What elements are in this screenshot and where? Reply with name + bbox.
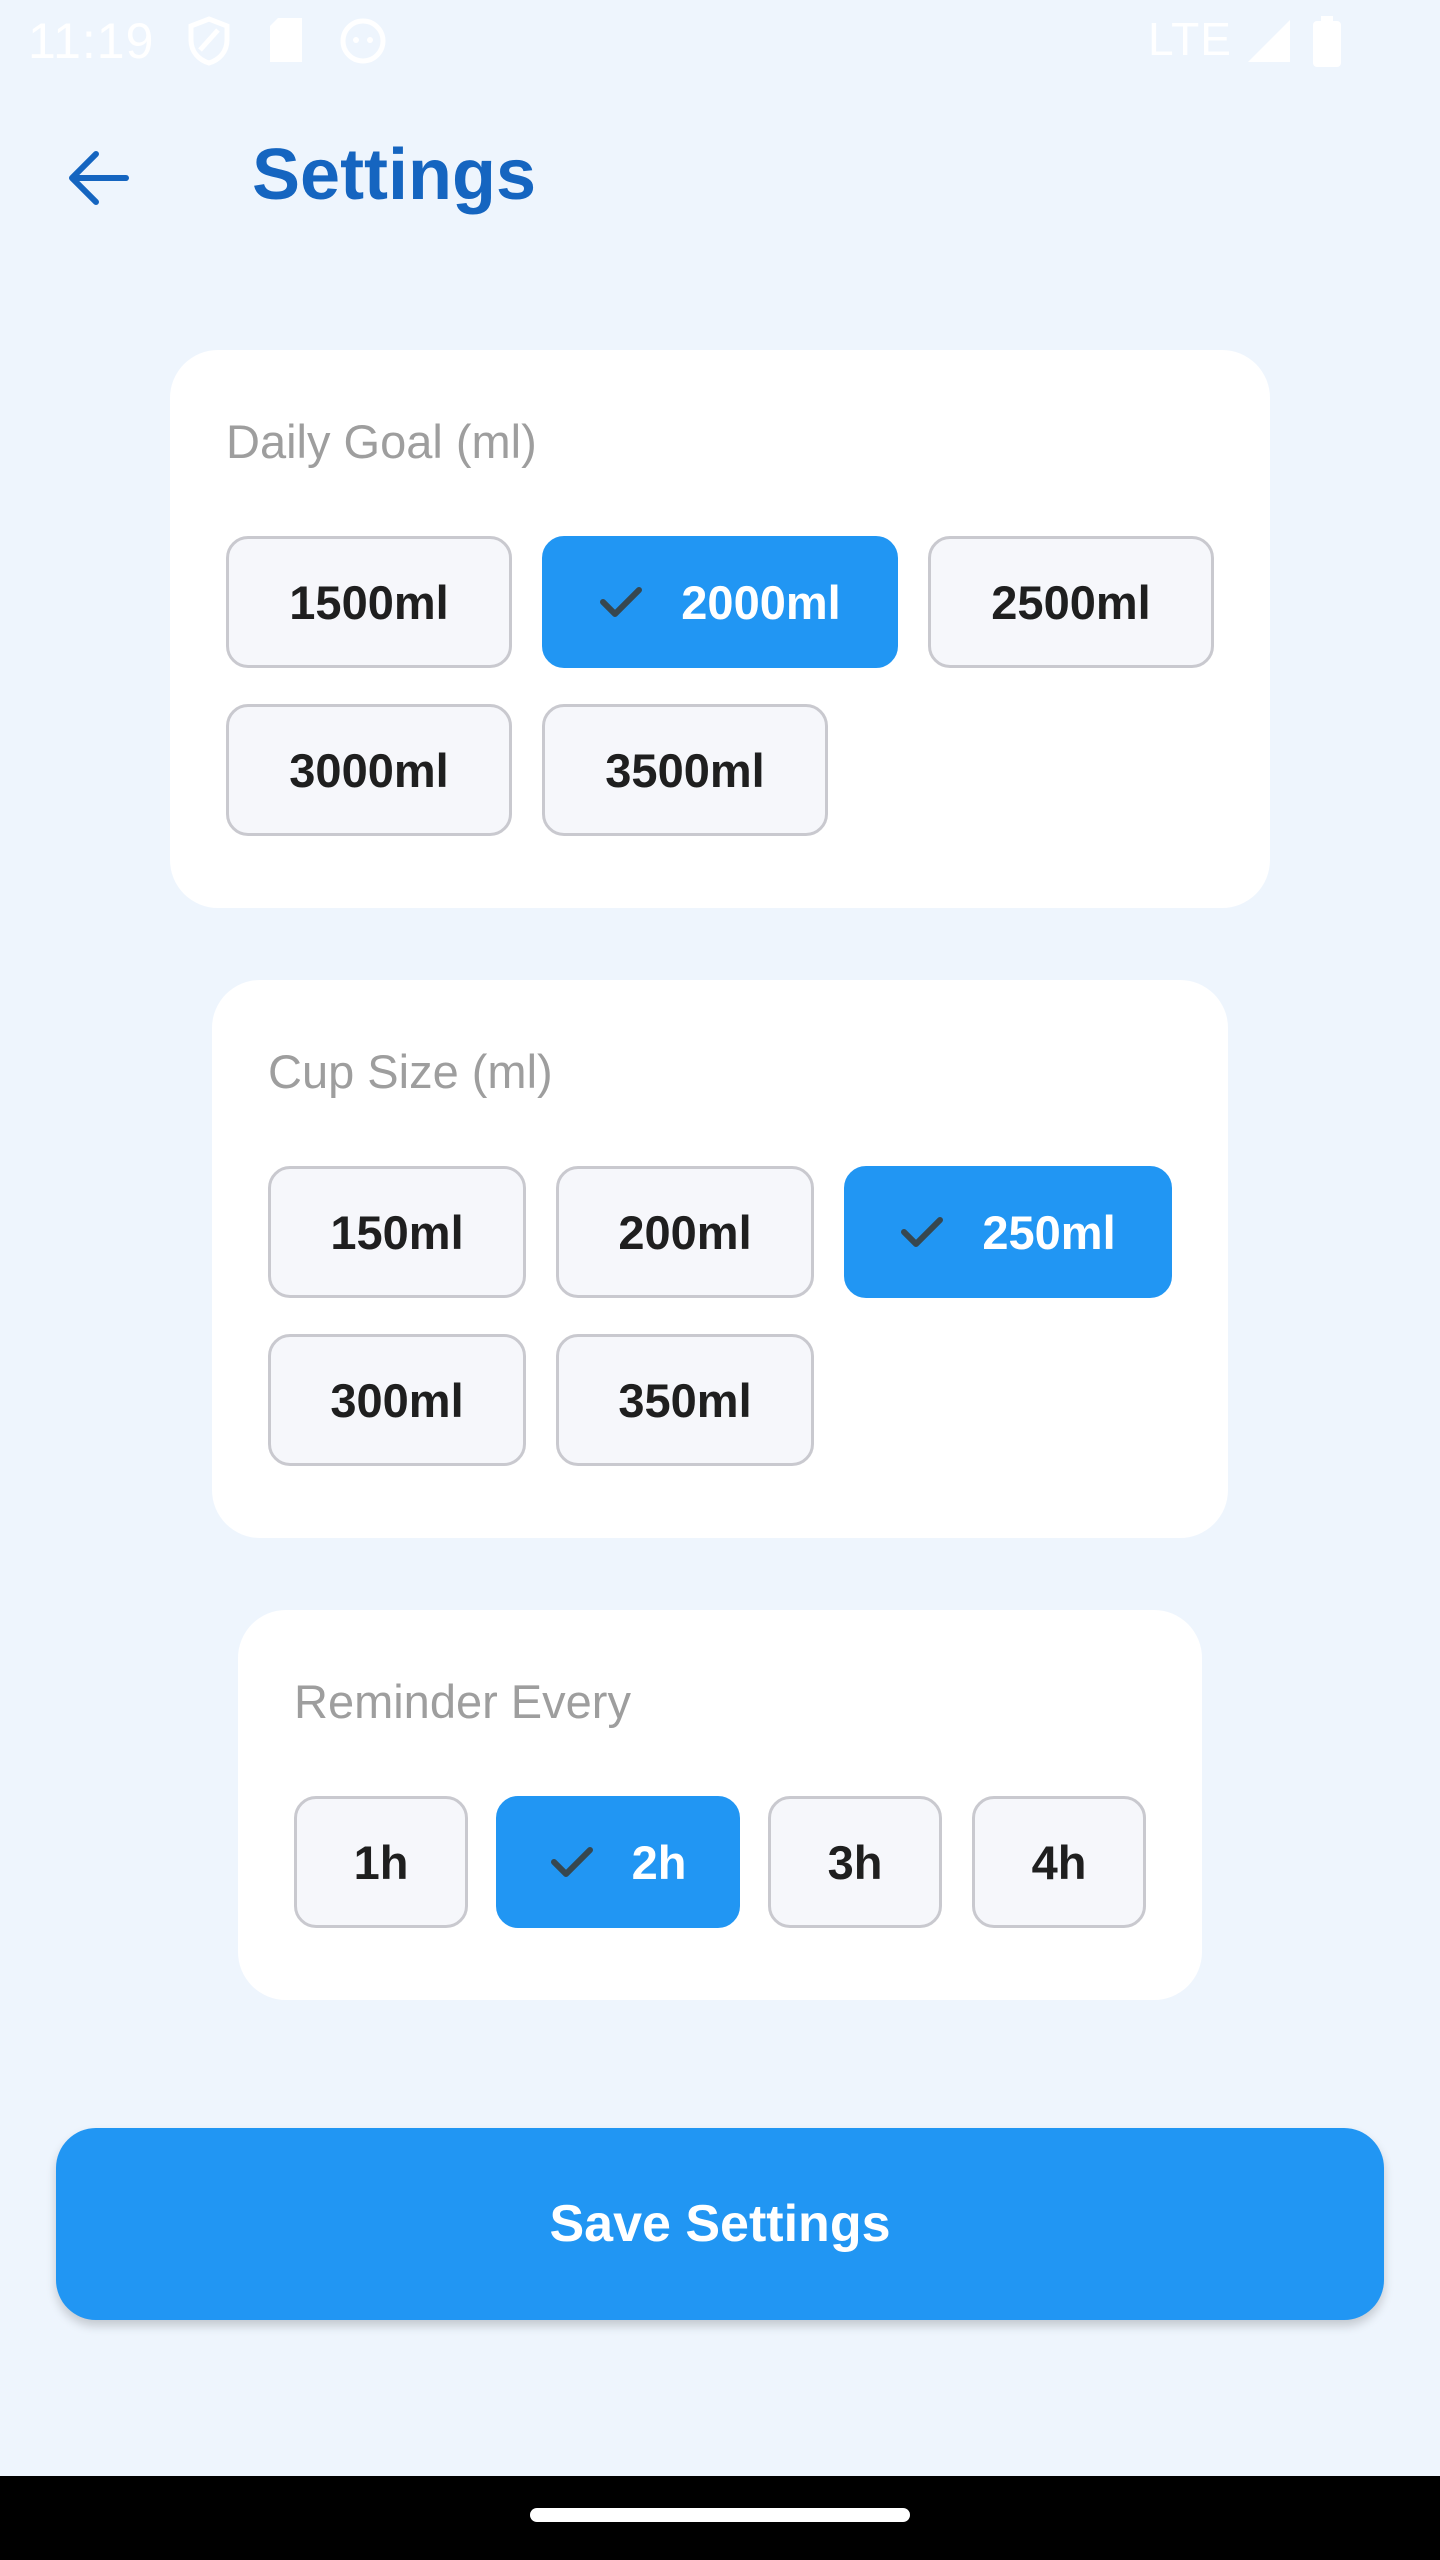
cup-option-150[interactable]: 150ml: [268, 1166, 526, 1298]
arrow-left-icon: [66, 148, 130, 213]
face-icon: [338, 16, 388, 71]
battery-icon: [1310, 16, 1344, 73]
reminder-label: Reminder Every: [294, 1675, 631, 1728]
shield-icon: [186, 16, 232, 71]
cup-option-350[interactable]: 350ml: [556, 1334, 814, 1466]
check-icon: [550, 1845, 594, 1879]
cup-option-200[interactable]: 200ml: [556, 1166, 814, 1298]
save-settings-button[interactable]: Save Settings: [56, 2128, 1384, 2320]
goal-option-2000[interactable]: 2000ml: [542, 536, 898, 668]
cup-size-card: Cup Size (ml) 150ml 200ml 250ml 300ml 35…: [212, 980, 1228, 1538]
back-button[interactable]: [56, 138, 140, 222]
goal-option-2500[interactable]: 2500ml: [928, 536, 1214, 668]
sd-card-icon: [266, 16, 306, 71]
cup-option-300[interactable]: 300ml: [268, 1334, 526, 1466]
check-icon: [599, 585, 643, 619]
check-icon: [900, 1215, 944, 1249]
reminder-option-2h[interactable]: 2h: [496, 1796, 740, 1928]
signal-icon: [1246, 16, 1292, 71]
page-title: Settings: [252, 135, 537, 215]
daily-goal-card: Daily Goal (ml) 1500ml 2000ml 2500ml 300…: [170, 350, 1270, 908]
home-handle[interactable]: [530, 2508, 910, 2522]
reminder-option-1h[interactable]: 1h: [294, 1796, 468, 1928]
network-type: LTE: [1148, 13, 1232, 65]
goal-option-1500[interactable]: 1500ml: [226, 536, 512, 668]
status-bar: 11:19 LTE: [0, 0, 1440, 84]
goal-option-3500[interactable]: 3500ml: [542, 704, 828, 836]
goal-option-3000[interactable]: 3000ml: [226, 704, 512, 836]
reminder-card: Reminder Every 1h 2h 3h 4h: [238, 1610, 1202, 2000]
cup-size-label: Cup Size (ml): [268, 1045, 553, 1098]
cup-option-250[interactable]: 250ml: [844, 1166, 1172, 1298]
daily-goal-label: Daily Goal (ml): [226, 415, 537, 468]
reminder-option-4h[interactable]: 4h: [972, 1796, 1146, 1928]
reminder-option-3h[interactable]: 3h: [768, 1796, 942, 1928]
status-time: 11:19: [28, 13, 155, 69]
